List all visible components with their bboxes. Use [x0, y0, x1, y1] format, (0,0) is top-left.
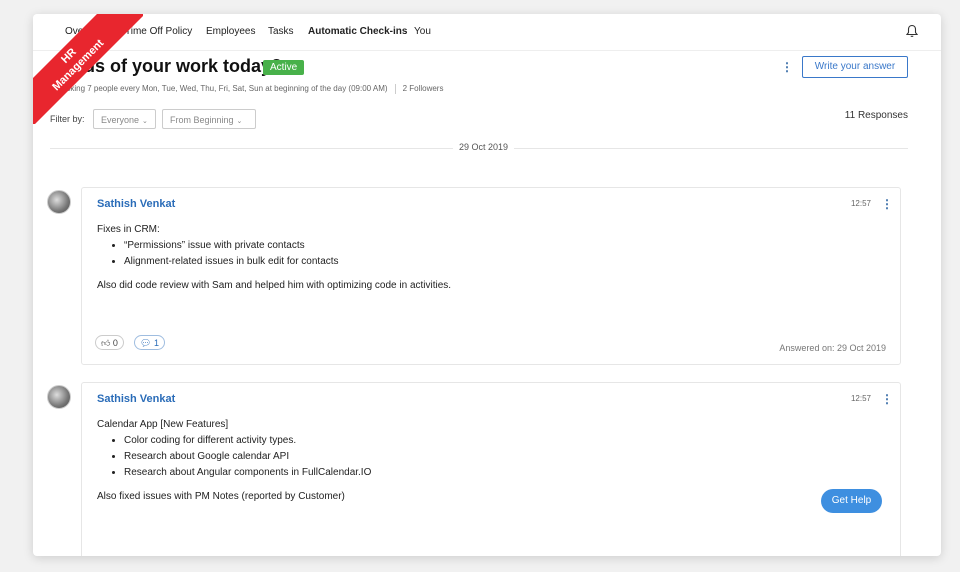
list-item: Color coding for different activity type…	[124, 433, 371, 449]
like-count: 0	[112, 338, 118, 348]
followers-link[interactable]: 2 Followers	[403, 84, 444, 93]
list-item: Research about Angular components in Ful…	[124, 465, 371, 481]
response-time: 12:57	[850, 199, 871, 208]
range-filter-dropdown[interactable]: From Beginning ⌄	[162, 109, 256, 129]
hr-management-ribbon: HR Management	[33, 14, 143, 124]
response-card: Sathish Venkat 12:57 ⋮ Calendar App [New…	[81, 382, 901, 556]
range-filter-value: From Beginning	[170, 115, 234, 125]
avatar	[47, 385, 71, 409]
comment-count: 1	[153, 338, 159, 348]
write-answer-button[interactable]: Write your answer	[802, 56, 908, 78]
response-closing: Also did code review with Sam and helped…	[97, 280, 452, 291]
comment-icon: 💬︎	[140, 338, 152, 348]
response-options-icon[interactable]: ⋮	[881, 197, 893, 211]
like-button[interactable]: 👍︎ 0	[95, 335, 124, 350]
comment-button[interactable]: 💬︎ 1	[134, 335, 165, 350]
avatar	[47, 190, 71, 214]
get-help-button[interactable]: Get Help	[821, 489, 882, 513]
status-badge: Active	[263, 60, 305, 75]
responder-name[interactable]: Sathish Venkat	[97, 393, 175, 405]
date-group-label: 29 Oct 2019	[453, 142, 515, 152]
responder-name[interactable]: Sathish Venkat	[97, 198, 175, 210]
response-intro: Calendar App [New Features]	[97, 419, 229, 430]
list-item: “Permissions” issue with private contact…	[124, 238, 451, 254]
nav-employees[interactable]: Employees	[206, 26, 255, 37]
nav-automatic-check-ins[interactable]: Automatic Check-ins	[308, 26, 407, 37]
response-time: 12:57	[850, 394, 871, 403]
response-card: Sathish Venkat 12:57 ⋮ Fixes in CRM: “Pe…	[81, 187, 901, 365]
response-options-icon[interactable]: ⋮	[881, 392, 893, 406]
ribbon-label: HR Management	[33, 14, 143, 124]
app-window: HR Management Overview Time Off Policy E…	[33, 14, 941, 556]
response-closing: Also fixed issues with PM Notes (reporte…	[97, 491, 345, 502]
top-nav: Overview Time Off Policy Employees Tasks…	[33, 14, 941, 51]
response-intro: Fixes in CRM:	[97, 224, 160, 235]
response-bullets: Color coding for different activity type…	[97, 433, 371, 481]
thumbs-up-icon: 👍︎	[101, 338, 111, 348]
response-body: Calendar App [New Features] Color coding…	[97, 417, 371, 505]
nav-tasks[interactable]: Tasks	[268, 26, 294, 37]
response-body: Fixes in CRM: “Permissions” issue with p…	[97, 222, 451, 294]
chevron-down-icon: ⌄	[236, 118, 243, 125]
answered-date: Answered on: 29 Oct 2019	[779, 343, 886, 353]
divider	[394, 84, 396, 94]
list-item: Research about Google calendar API	[124, 449, 371, 465]
bell-icon[interactable]	[905, 24, 919, 38]
more-options-icon[interactable]: ⋮	[781, 60, 793, 74]
response-bullets: “Permissions” issue with private contact…	[97, 238, 451, 270]
list-item: Alignment-related issues in bulk edit fo…	[124, 254, 451, 270]
nav-you[interactable]: You	[414, 26, 431, 37]
response-count: 11 Responses	[844, 110, 908, 121]
